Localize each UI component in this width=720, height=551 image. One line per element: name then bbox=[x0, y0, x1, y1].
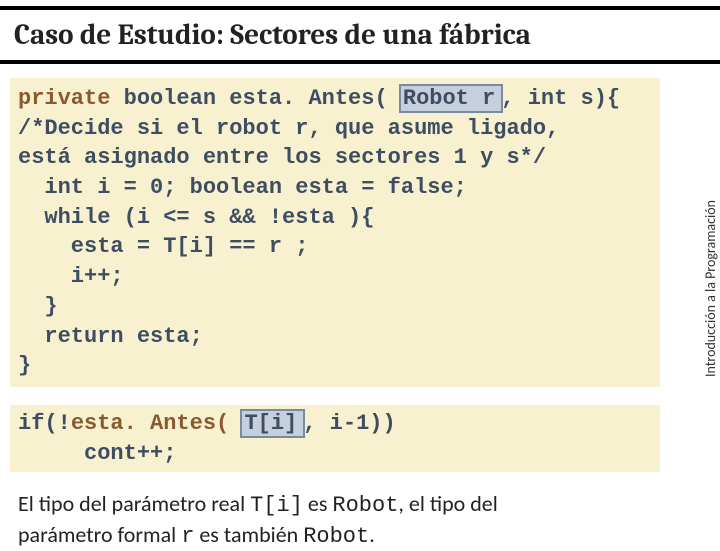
code-line: esta = T[i] == r ; bbox=[18, 232, 652, 262]
code-text: , i-1)) bbox=[303, 411, 395, 436]
code-line: cont++; bbox=[18, 439, 652, 469]
code-line: /*Decide si el robot r, que asume ligado… bbox=[18, 114, 652, 144]
page-title: Caso de Estudio: Sectores de una fábrica bbox=[14, 19, 531, 52]
explain-text: parámetro formal bbox=[18, 521, 181, 548]
call-estaAntes: esta. Antes( bbox=[71, 411, 243, 436]
keyword-private: private bbox=[18, 86, 110, 111]
code-text: boolean esta. Antes( bbox=[110, 86, 400, 111]
explain-text: es también bbox=[194, 521, 303, 548]
code-line: } bbox=[18, 292, 652, 322]
mono-text: T[i] bbox=[250, 493, 303, 518]
side-label: Introducción a la Programación Orientada… bbox=[702, 200, 720, 377]
code-block-1: private boolean esta. Antes( Robot r , i… bbox=[10, 78, 660, 387]
code-text: , int s){ bbox=[501, 86, 620, 111]
code-line: if(!esta. Antes( T[i] , i-1)) bbox=[18, 409, 652, 439]
mono-text: Robot bbox=[303, 524, 369, 549]
code-line: i++; bbox=[18, 262, 652, 292]
title-band: Caso de Estudio: Sectores de una fábrica bbox=[0, 6, 720, 64]
code-text: if(! bbox=[18, 411, 71, 436]
content-area: private boolean esta. Antes( Robot r , i… bbox=[10, 78, 660, 551]
code-line: while (i <= s && !esta ){ bbox=[18, 203, 652, 233]
explain-text: es bbox=[303, 490, 333, 517]
code-line: int i = 0; boolean esta = false; bbox=[18, 173, 652, 203]
side-line-1: Introducción a la Programación bbox=[702, 200, 719, 377]
mono-text: Robot bbox=[332, 493, 398, 518]
code-line: return esta; bbox=[18, 322, 652, 352]
code-line: está asignado entre los sectores 1 y s*/ bbox=[18, 143, 652, 173]
code-line: private boolean esta. Antes( Robot r , i… bbox=[18, 84, 652, 114]
boxed-arg-ti: T[i] bbox=[240, 409, 305, 438]
code-line: } bbox=[18, 351, 652, 381]
code-block-2: if(!esta. Antes( T[i] , i-1)) cont++; bbox=[10, 405, 660, 472]
explanation-text: El tipo del parámetro real T[i] es Robot… bbox=[10, 490, 660, 551]
slide: Caso de Estudio: Sectores de una fábrica… bbox=[0, 0, 720, 540]
explain-text: , el tipo del bbox=[398, 490, 497, 517]
explain-text: . bbox=[369, 521, 375, 548]
mono-text: r bbox=[181, 524, 194, 549]
explain-text: El tipo del parámetro real bbox=[18, 490, 250, 517]
boxed-param-robot-r: Robot r bbox=[399, 84, 503, 113]
